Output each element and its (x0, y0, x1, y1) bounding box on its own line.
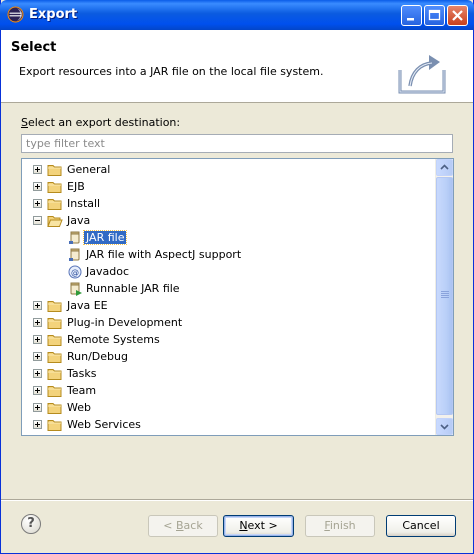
tree-label: Team (67, 384, 97, 397)
runnable-jar-icon (70, 282, 82, 296)
expand-icon[interactable] (33, 352, 42, 361)
expand-icon[interactable] (33, 335, 42, 344)
folder-icon (47, 318, 62, 329)
minimize-icon (407, 18, 414, 21)
tree-label: General (67, 163, 111, 176)
export-dialog: Export Select Export resources into a JA… (0, 0, 474, 554)
finish-button[interactable]: Finish (305, 515, 375, 537)
folder-icon (47, 301, 62, 312)
folder-icon (47, 182, 62, 193)
destination-tree[interactable]: General EJB Install Java JAR file JAR file wi… (21, 158, 454, 436)
tree-item[interactable]: JAR file with AspectJ support (22, 246, 436, 263)
page-title: Select (11, 40, 57, 55)
folder-open-icon (47, 216, 63, 227)
cancel-button[interactable]: Cancel (386, 515, 456, 537)
folder-icon (47, 403, 62, 414)
tree-label: Web (67, 401, 91, 414)
folder-icon (47, 165, 62, 176)
tree-category[interactable]: Web (22, 399, 436, 416)
scroll-down-button[interactable] (436, 418, 453, 435)
tree-item[interactable]: @ Javadoc (22, 263, 436, 280)
window-title: Export (29, 7, 78, 22)
folder-icon (47, 335, 62, 346)
tree-category[interactable]: Java EE (22, 297, 436, 314)
expand-icon[interactable] (33, 369, 42, 378)
folder-icon (47, 420, 62, 431)
maximize-icon (428, 9, 441, 21)
eclipse-icon (7, 6, 24, 23)
destination-label: Select an export destination: (21, 116, 181, 129)
tree-label: Run/Debug (67, 350, 128, 363)
chevron-up-icon (440, 164, 449, 170)
tree-label: Java EE (67, 299, 108, 312)
folder-icon (47, 199, 62, 210)
tree-label: Runnable JAR file (86, 282, 180, 295)
tree-category[interactable]: Tasks (22, 365, 436, 382)
close-button[interactable] (447, 5, 468, 26)
tree-item[interactable]: Runnable JAR file (22, 280, 436, 297)
jar-icon (69, 231, 80, 244)
help-icon: ? (27, 516, 35, 531)
tree-category[interactable]: Remote Systems (22, 331, 436, 348)
title-bar[interactable]: Export (0, 0, 474, 30)
tree-category[interactable]: Plug-in Development (22, 314, 436, 331)
expand-icon[interactable] (33, 318, 42, 327)
next-button[interactable]: Next > (223, 515, 294, 537)
tree-label: Remote Systems (67, 333, 160, 346)
tree-category[interactable]: General (22, 161, 436, 178)
expand-icon[interactable] (33, 420, 42, 429)
close-icon (452, 10, 463, 21)
tree-label: JAR file (82, 230, 128, 245)
tree-category[interactable]: Team (22, 382, 436, 399)
javadoc-icon: @ (68, 265, 82, 279)
export-wizard-icon (398, 55, 446, 94)
page-description: Export resources into a JAR file on the … (19, 65, 324, 78)
expand-icon[interactable] (33, 301, 42, 310)
tree-category[interactable]: Install (22, 195, 436, 212)
tree-category[interactable]: Java (22, 212, 436, 229)
expand-icon[interactable] (33, 165, 42, 174)
scroll-thumb[interactable] (436, 177, 453, 415)
tree-label: EJB (67, 180, 85, 193)
tree-label: Tasks (67, 367, 97, 380)
scroll-up-button[interactable] (436, 159, 453, 176)
svg-text:@: @ (71, 268, 79, 277)
minimize-button[interactable] (401, 5, 422, 26)
tree-label: JAR file with AspectJ support (86, 248, 242, 261)
separator (1, 499, 473, 501)
expand-icon[interactable] (33, 403, 42, 412)
tree-label: Install (67, 197, 101, 210)
help-button[interactable]: ? (21, 514, 41, 534)
folder-icon (47, 369, 62, 380)
tree-item[interactable]: JAR file (22, 229, 436, 246)
folder-icon (47, 352, 62, 363)
tree-category[interactable]: Run/Debug (22, 348, 436, 365)
tree-label: Plug-in Development (67, 316, 183, 329)
expand-icon[interactable] (33, 199, 42, 208)
expand-icon[interactable] (33, 386, 42, 395)
tree-label: Java (67, 214, 91, 227)
chevron-down-icon (440, 424, 449, 430)
wizard-header: Select Export resources into a JAR file … (1, 30, 473, 103)
folder-icon (47, 386, 62, 397)
collapse-icon[interactable] (33, 216, 42, 225)
expand-icon[interactable] (33, 182, 42, 191)
tree-category[interactable]: EJB (22, 178, 436, 195)
tree-category[interactable]: Web Services (22, 416, 436, 433)
back-button[interactable]: < Back (148, 515, 218, 537)
vertical-scrollbar[interactable] (435, 159, 453, 435)
filter-input[interactable] (21, 134, 453, 153)
maximize-button[interactable] (424, 5, 445, 26)
tree-label: Web Services (67, 418, 141, 431)
tree-label: Javadoc (86, 265, 129, 278)
jar-icon (69, 248, 80, 261)
